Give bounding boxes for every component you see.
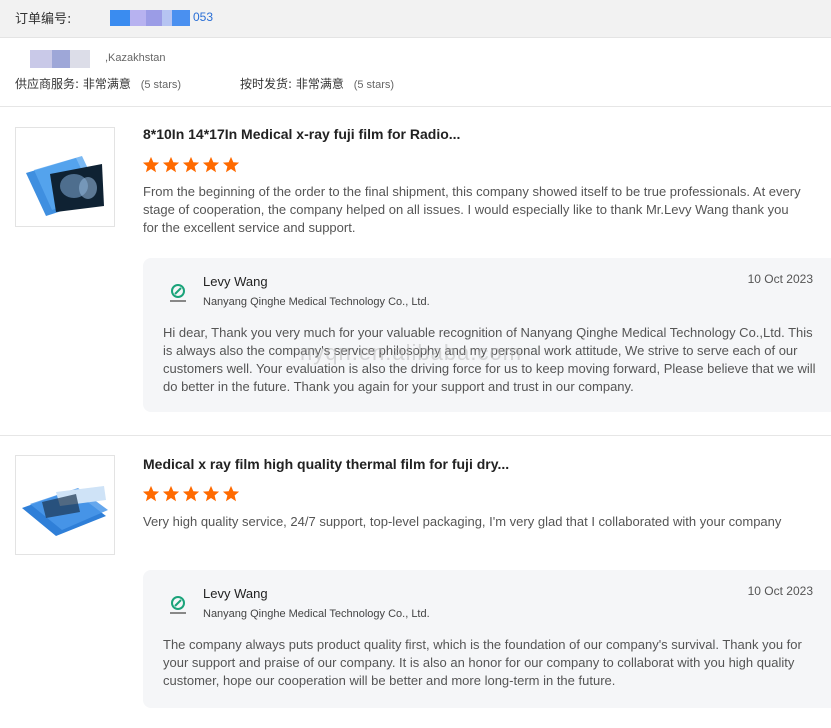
rating-label: 供应商服务:: [15, 77, 80, 91]
supplier-reply: Levy Wang Nanyang Qinghe Medical Technol…: [143, 258, 831, 412]
reply-author: Levy Wang: [203, 274, 268, 289]
reply-date: 10 Oct 2023: [747, 584, 813, 598]
review-card: Medical x ray film high quality thermal …: [0, 436, 831, 728]
watermark: nyqn.en.alibaba.com: [300, 340, 523, 365]
star-icon: [162, 485, 180, 502]
review-stars: [142, 156, 240, 174]
reply-company: Nanyang Qinghe Medical Technology Co., L…: [203, 608, 430, 620]
rating-value: 非常满意: [82, 77, 131, 91]
order-number-redacted: [110, 10, 190, 26]
order-number-label: 订单编号:: [15, 12, 72, 27]
star-icon: [162, 156, 180, 173]
company-logo-icon: [170, 284, 186, 302]
order-header: 订单编号: 053: [0, 0, 831, 38]
star-icon: [182, 156, 200, 173]
on-time-delivery-rating: 按时发货: 非常满意 (5 stars): [240, 75, 394, 92]
star-icon: [202, 156, 220, 173]
reply-company: Nanyang Qinghe Medical Technology Co., L…: [203, 296, 430, 308]
review-stars: [142, 485, 240, 503]
product-thumbnail[interactable]: [15, 455, 115, 555]
rating-label: 按时发货:: [240, 77, 293, 91]
star-icon: [222, 156, 240, 173]
star-icon: [202, 485, 220, 502]
star-icon: [222, 485, 240, 502]
star-icon: [142, 156, 160, 173]
company-logo-icon: [170, 596, 186, 614]
product-thumbnail[interactable]: [15, 127, 115, 227]
star-icon: [182, 485, 200, 502]
buyer-country: ,Kazakhstan: [105, 52, 166, 64]
review-text: Very high quality service, 24/7 support,…: [143, 514, 782, 529]
rating-note: (5 stars): [353, 79, 395, 91]
reply-author: Levy Wang: [203, 586, 268, 601]
review-text: From the beginning of the order to the f…: [143, 184, 801, 235]
reply-date: 10 Oct 2023: [747, 272, 813, 286]
supplier-service-rating: 供应商服务: 非常满意 (5 stars): [15, 75, 181, 92]
star-icon: [142, 485, 160, 502]
reply-text: The company always puts product quality …: [163, 637, 802, 688]
buyer-name-redacted: [30, 50, 90, 68]
product-title[interactable]: Medical x ray film high quality thermal …: [143, 456, 509, 472]
xray-film-image: [26, 156, 104, 216]
supplier-reply: Levy Wang Nanyang Qinghe Medical Technol…: [143, 570, 831, 708]
review-card: 8*10In 14*17In Medical x-ray fuji film f…: [0, 106, 831, 436]
product-title[interactable]: 8*10In 14*17In Medical x-ray fuji film f…: [143, 126, 460, 142]
order-number-suffix[interactable]: 053: [193, 10, 213, 24]
rating-note: (5 stars): [140, 79, 182, 91]
xray-film-image: [22, 486, 108, 536]
rating-value: 非常满意: [295, 77, 344, 91]
